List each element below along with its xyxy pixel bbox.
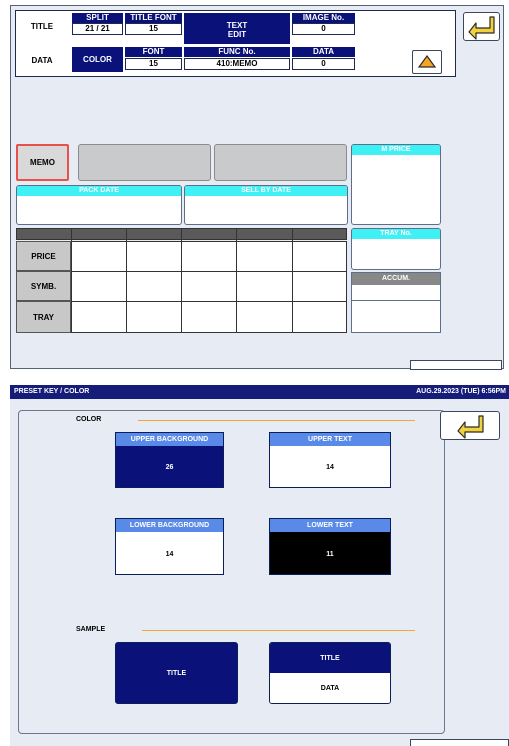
image-no-header: IMAGE No. <box>292 13 355 23</box>
accum-divider <box>352 300 440 301</box>
text-edit-line2: EDIT <box>227 30 247 39</box>
m-price-box[interactable]: M PRICE <box>351 144 441 225</box>
up-triangle-icon <box>417 54 437 68</box>
lower-text-header: LOWER TEXT <box>270 519 390 532</box>
accum-header: ACCUM. <box>352 273 440 285</box>
back-button-bottom[interactable] <box>440 411 500 440</box>
accum-box[interactable]: ACCUM. <box>351 272 441 333</box>
grid-col-line <box>236 242 237 332</box>
lower-text-value: 11 <box>270 532 390 574</box>
func-no-header: FUNC No. <box>184 47 290 57</box>
grid-row-line <box>72 301 346 302</box>
upper-text-box[interactable]: UPPER TEXT 14 <box>269 432 391 488</box>
back-button[interactable] <box>463 12 500 41</box>
data-value[interactable]: 0 <box>292 58 355 70</box>
data-header: DATA <box>292 47 355 57</box>
lower-background-box[interactable]: LOWER BACKGROUND 14 <box>115 518 224 575</box>
lower-background-header: LOWER BACKGROUND <box>116 519 223 532</box>
sell-by-date-header: SELL BY DATE <box>185 186 347 196</box>
lower-text-box[interactable]: LOWER TEXT 11 <box>269 518 391 575</box>
screen-title: PRESET KEY / COLOR <box>14 388 90 395</box>
datetime: AUG.29.2023 (TUE) 6:56PM <box>416 388 506 395</box>
upper-text-header: UPPER TEXT <box>270 433 390 446</box>
sample2-data: DATA <box>270 673 390 703</box>
grid-col-line <box>292 242 293 332</box>
data-label: DATA <box>31 56 53 65</box>
top-panel: TITLE DATA SPLIT 21 / 21 TITLE FONT 15 T… <box>10 5 504 370</box>
title-bar: PRESET KEY / COLOR AUG.29.2023 (TUE) 6:5… <box>10 385 509 399</box>
m-price-header: M PRICE <box>352 145 440 155</box>
grid-col-line <box>126 242 127 332</box>
memo-button[interactable]: MEMO <box>16 144 69 181</box>
title-font-header: TITLE FONT <box>125 13 182 23</box>
func-no-value[interactable]: 410:MEMO <box>184 58 290 70</box>
tray-no-header: TRAY No. <box>352 229 440 239</box>
sample-title-only: TITLE <box>115 642 238 704</box>
row-label-tray[interactable]: TRAY <box>16 301 71 333</box>
blank-button-2[interactable] <box>214 144 347 181</box>
split-value: 21 / 21 <box>72 23 123 35</box>
sample-section-line <box>142 630 415 631</box>
text-edit-button[interactable]: TEXT EDIT <box>184 13 290 44</box>
bottom-panel: COLOR UPPER BACKGROUND 26 UPPER TEXT 14 … <box>10 399 509 746</box>
image-no-value[interactable]: 0 <box>292 23 355 35</box>
color-section-label: COLOR <box>76 416 102 423</box>
price-grid: PRICE SYMB. TRAY <box>16 228 347 333</box>
header-grid: TITLE DATA SPLIT 21 / 21 TITLE FONT 15 T… <box>15 10 456 77</box>
title-label: TITLE <box>30 22 54 31</box>
pack-date-header: PACK DATE <box>17 186 181 196</box>
scroll-up-button[interactable] <box>412 50 442 74</box>
color-button[interactable]: COLOR <box>72 47 123 72</box>
sample2-title: TITLE <box>270 643 390 673</box>
row-label-price[interactable]: PRICE <box>16 241 71 271</box>
upper-text-value: 14 <box>270 446 390 487</box>
status-strip-bottom <box>410 739 509 746</box>
text-edit-line1: TEXT <box>226 21 248 30</box>
grid-cells[interactable] <box>71 241 347 333</box>
grid-row-line <box>72 271 346 272</box>
row-label-symb[interactable]: SYMB. <box>16 271 71 301</box>
upper-background-value: 26 <box>116 446 223 487</box>
sample-section-label: SAMPLE <box>76 626 106 633</box>
sample-title-data: TITLE DATA <box>269 642 391 704</box>
status-strip <box>410 360 502 370</box>
pack-date-box[interactable]: PACK DATE <box>16 185 182 225</box>
back-arrow-icon <box>468 16 495 40</box>
split-header: SPLIT <box>72 13 123 23</box>
upper-background-header: UPPER BACKGROUND <box>116 433 223 446</box>
upper-background-box[interactable]: UPPER BACKGROUND 26 <box>115 432 224 488</box>
lower-background-value: 14 <box>116 532 223 574</box>
font-header: FONT <box>125 47 182 57</box>
sell-by-date-box[interactable]: SELL BY DATE <box>184 185 348 225</box>
font-value[interactable]: 15 <box>125 58 182 70</box>
back-arrow-icon <box>457 415 484 439</box>
tray-no-box[interactable]: TRAY No. <box>351 228 441 270</box>
blank-button-1[interactable] <box>78 144 211 181</box>
color-section-line <box>138 420 415 421</box>
color-settings-panel: COLOR UPPER BACKGROUND 26 UPPER TEXT 14 … <box>18 410 445 734</box>
title-font-value: 15 <box>125 23 182 35</box>
grid-col-line <box>181 242 182 332</box>
